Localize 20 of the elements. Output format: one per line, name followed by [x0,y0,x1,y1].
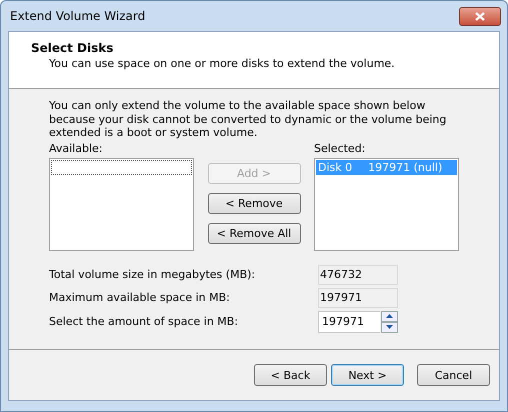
field-label: Maximum available space in MB: [49,291,231,304]
transfer-button[interactable]: < Remove [208,192,300,214]
close-icon [475,12,485,20]
field-label: Select the amount of space in MB: [49,315,240,328]
available-list[interactable] [49,158,194,250]
list-label: Selected: [314,142,366,154]
close-button[interactable] [459,6,501,26]
wizard-button[interactable]: < Back [254,364,327,386]
readonly-field: 476732 [318,264,398,284]
window-title: Extend Volume Wizard [9,9,146,23]
readonly-field: 197971 [318,288,398,308]
info-text: You can only extend the volume to the available space shown below because your disk cannot be converted to dynamic or the volume being extended is a boot or system volume. [49,99,448,140]
page-title: Select Disks [31,41,114,55]
wizard-button[interactable]: Cancel [417,364,490,386]
wizard-button[interactable]: Next > [331,364,404,386]
field-label: Total volume size in megabytes (MB): [49,268,256,281]
page-subtitle: You can use space on one or more disks to extend the volume. [48,57,396,70]
transfer-button[interactable]: < Remove All [208,222,300,244]
list-label: Available: [49,142,104,154]
spin-field[interactable]: 197971 [318,310,380,332]
